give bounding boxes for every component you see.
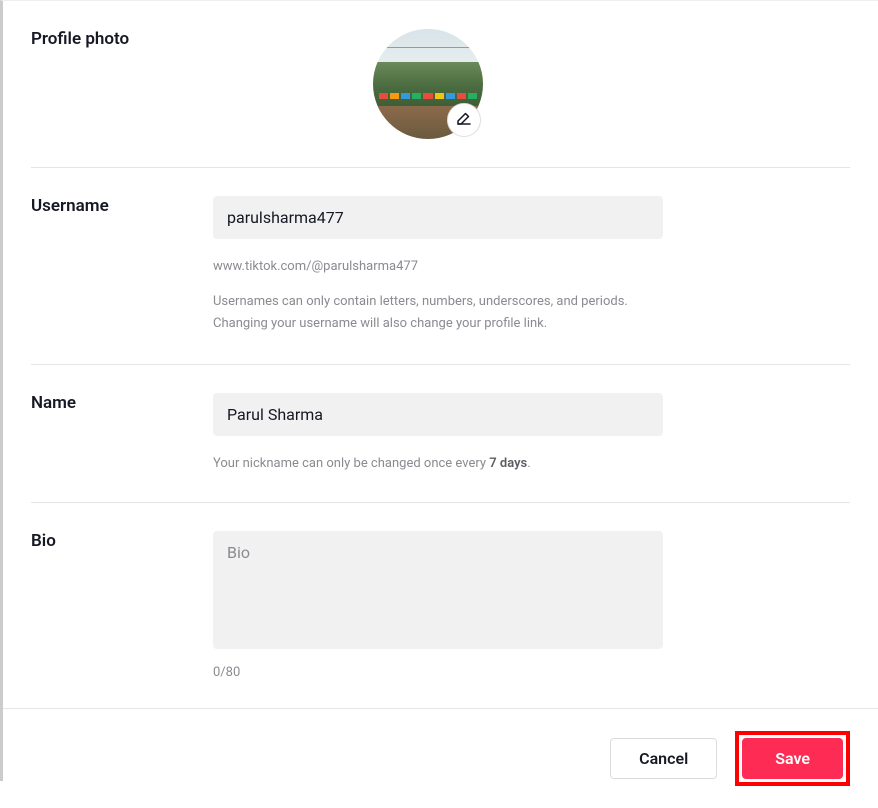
profile-photo-section: Profile photo	[31, 1, 850, 168]
profile-photo-label: Profile photo	[31, 29, 213, 49]
save-button[interactable]: Save	[742, 738, 843, 779]
cancel-button[interactable]: Cancel	[610, 738, 717, 779]
bio-textarea[interactable]	[213, 531, 663, 649]
name-label: Name	[31, 393, 213, 413]
name-input[interactable]	[213, 393, 663, 436]
save-highlight: Save	[735, 731, 850, 786]
name-helper: Your nickname can only be changed once e…	[213, 454, 663, 474]
username-url: www.tiktok.com/@parulsharma477	[213, 257, 663, 277]
edit-photo-button[interactable]	[447, 103, 481, 137]
bio-counter: 0/80	[213, 665, 663, 680]
bio-label: Bio	[31, 531, 213, 551]
name-section: Name Your nickname can only be changed o…	[31, 365, 850, 503]
username-section: Username www.tiktok.com/@parulsharma477 …	[31, 168, 850, 365]
bio-section: Bio 0/80	[31, 503, 850, 708]
username-helper: Usernames can only contain letters, numb…	[213, 291, 663, 337]
edit-icon	[455, 109, 473, 131]
username-input[interactable]	[213, 196, 663, 239]
username-label: Username	[31, 196, 213, 216]
footer: Cancel Save	[3, 708, 878, 808]
